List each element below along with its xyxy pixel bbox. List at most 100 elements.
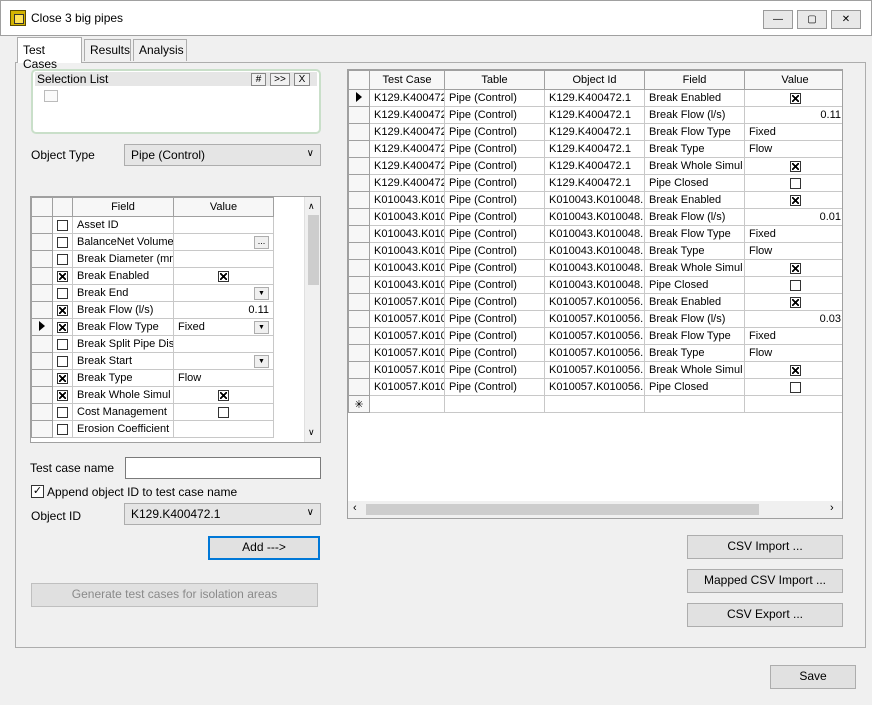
value-cell[interactable]: Fixed xyxy=(744,225,842,243)
table-cell[interactable]: Pipe (Control) xyxy=(444,140,545,158)
object-id-cell[interactable]: K010043.K010048.1 xyxy=(544,225,645,243)
value-cell[interactable] xyxy=(744,378,842,396)
field-name-cell[interactable]: Break Split Pipe Dis xyxy=(72,335,174,353)
test-case-column-header[interactable]: Test Case xyxy=(369,70,445,90)
table-row[interactable]: K010057.K010 Pipe (Control) K010057.K01005… xyxy=(348,344,842,362)
table-row[interactable]: K010043.K010 Pipe (Control) K010043.K01004… xyxy=(348,208,842,226)
field-include-checkbox[interactable] xyxy=(57,219,68,231)
field-cell[interactable]: Break Type xyxy=(644,344,745,362)
test-case-cell[interactable]: K129.K400472 xyxy=(369,140,445,158)
value-cell[interactable] xyxy=(744,259,842,277)
row-header[interactable] xyxy=(31,403,53,421)
field-value-cell[interactable]: ▼ xyxy=(173,284,274,302)
value-cell[interactable]: Flow xyxy=(744,344,842,362)
field-cell[interactable]: Break Whole Simul xyxy=(644,157,745,175)
row-header[interactable] xyxy=(348,157,370,175)
table-cell[interactable]: Pipe (Control) xyxy=(444,106,545,124)
field-column-header[interactable]: Field xyxy=(72,197,174,217)
value-checkbox[interactable] xyxy=(218,389,229,401)
field-name-cell[interactable]: Asset ID xyxy=(72,216,174,234)
field-cell[interactable]: Break Flow Type xyxy=(644,123,745,141)
field-include-checkbox[interactable] xyxy=(57,321,68,333)
field-cell[interactable]: Break Enabled xyxy=(644,191,745,209)
row-header[interactable] xyxy=(348,344,370,362)
table-cell[interactable]: Pipe (Control) xyxy=(444,123,545,141)
row-header[interactable] xyxy=(348,89,370,107)
tab-results[interactable]: Results xyxy=(84,39,131,61)
tab-analysis[interactable]: Analysis xyxy=(133,39,187,61)
field-grid-row[interactable]: Cost Management xyxy=(31,403,274,421)
value-cell[interactable] xyxy=(744,89,842,107)
field-include-checkbox[interactable] xyxy=(57,253,68,265)
value-column-header[interactable]: Value xyxy=(744,70,842,90)
row-header[interactable] xyxy=(348,123,370,141)
test-case-cell[interactable]: K010057.K010 xyxy=(369,361,445,379)
row-header[interactable] xyxy=(31,250,53,268)
row-header[interactable] xyxy=(348,191,370,209)
row-header[interactable] xyxy=(31,369,53,387)
field-name-cell[interactable]: Break Diameter (mm xyxy=(72,250,174,268)
field-grid-scrollbar[interactable]: ∧ ∨ xyxy=(304,197,320,442)
object-type-dropdown[interactable]: Pipe (Control) ∨ xyxy=(124,144,321,166)
value-checkbox[interactable] xyxy=(789,160,801,172)
field-name-cell[interactable]: Break Flow (l/s) xyxy=(72,301,174,319)
test-case-cell[interactable]: K129.K400472 xyxy=(369,123,445,141)
new-row-cell[interactable] xyxy=(644,395,745,413)
table-cell[interactable]: Pipe (Control) xyxy=(444,259,545,277)
object-id-cell[interactable]: K129.K400472.1 xyxy=(544,140,645,158)
test-case-cell[interactable]: K129.K400472 xyxy=(369,157,445,175)
minimize-button[interactable]: — xyxy=(763,10,793,29)
value-cell[interactable]: Flow xyxy=(744,242,842,260)
value-cell[interactable]: Fixed xyxy=(744,327,842,345)
new-row[interactable]: ✳ xyxy=(348,395,842,413)
table-row[interactable]: K010043.K010 Pipe (Control) K010043.K01004… xyxy=(348,259,842,277)
value-cell[interactable] xyxy=(744,276,842,294)
object-id-cell[interactable]: K010057.K010056.1 xyxy=(544,378,645,396)
cases-grid-hscrollbar[interactable]: ‹ › xyxy=(348,501,842,518)
close-button[interactable]: ✕ xyxy=(831,10,861,29)
object-id-cell[interactable]: K010043.K010048.1 xyxy=(544,208,645,226)
row-header[interactable] xyxy=(348,310,370,328)
table-cell[interactable]: Pipe (Control) xyxy=(444,242,545,260)
value-cell[interactable] xyxy=(744,191,842,209)
test-case-name-input[interactable] xyxy=(125,457,321,479)
object-id-cell[interactable]: K010043.K010048.1 xyxy=(544,191,645,209)
new-row-cell[interactable] xyxy=(744,395,842,413)
value-cell[interactable] xyxy=(744,361,842,379)
value-cell[interactable] xyxy=(744,157,842,175)
object-id-cell[interactable]: K010057.K010056.1 xyxy=(544,327,645,345)
field-include-checkbox[interactable] xyxy=(57,389,68,401)
object-id-cell[interactable]: K010057.K010056.1 xyxy=(544,344,645,362)
field-cell[interactable]: Pipe Closed xyxy=(644,276,745,294)
field-name-cell[interactable]: Break Whole Simul xyxy=(72,386,174,404)
object-id-cell[interactable]: K129.K400472.1 xyxy=(544,89,645,107)
table-cell[interactable]: Pipe (Control) xyxy=(444,378,545,396)
table-row[interactable]: K129.K400472 Pipe (Control) K129.K400472.1… xyxy=(348,157,842,175)
row-header[interactable] xyxy=(348,293,370,311)
value-checkbox[interactable] xyxy=(218,270,229,282)
table-row[interactable]: K010057.K010 Pipe (Control) K010057.K01005… xyxy=(348,310,842,328)
field-name-cell[interactable]: Break Start xyxy=(72,352,174,370)
value-checkbox[interactable] xyxy=(789,279,801,291)
field-value-cell[interactable] xyxy=(173,216,274,234)
row-header[interactable] xyxy=(31,352,53,370)
value-cell[interactable]: 0.01 xyxy=(744,208,842,226)
field-cell[interactable]: Break Whole Simul xyxy=(644,259,745,277)
row-header[interactable] xyxy=(31,386,53,404)
value-checkbox[interactable] xyxy=(789,364,801,376)
dropdown-arrow-icon[interactable]: ▼ xyxy=(254,320,269,334)
field-cell[interactable]: Break Enabled xyxy=(644,293,745,311)
row-header[interactable] xyxy=(31,335,53,353)
table-row[interactable]: K010057.K010 Pipe (Control) K010057.K01005… xyxy=(348,327,842,345)
value-cell[interactable]: Flow xyxy=(744,140,842,158)
object-id-column-header[interactable]: Object Id xyxy=(544,70,645,90)
row-header[interactable] xyxy=(348,327,370,345)
row-header[interactable] xyxy=(348,276,370,294)
table-row[interactable]: K010043.K010 Pipe (Control) K010043.K01004… xyxy=(348,276,842,294)
scroll-thumb[interactable] xyxy=(366,504,759,515)
field-name-cell[interactable]: Cost Management xyxy=(72,403,174,421)
field-grid-row[interactable]: Asset ID xyxy=(31,216,274,234)
field-grid-row[interactable]: Break Diameter (mm xyxy=(31,250,274,268)
append-object-id-checkbox[interactable]: ✓ xyxy=(31,485,44,498)
row-header[interactable] xyxy=(348,174,370,192)
